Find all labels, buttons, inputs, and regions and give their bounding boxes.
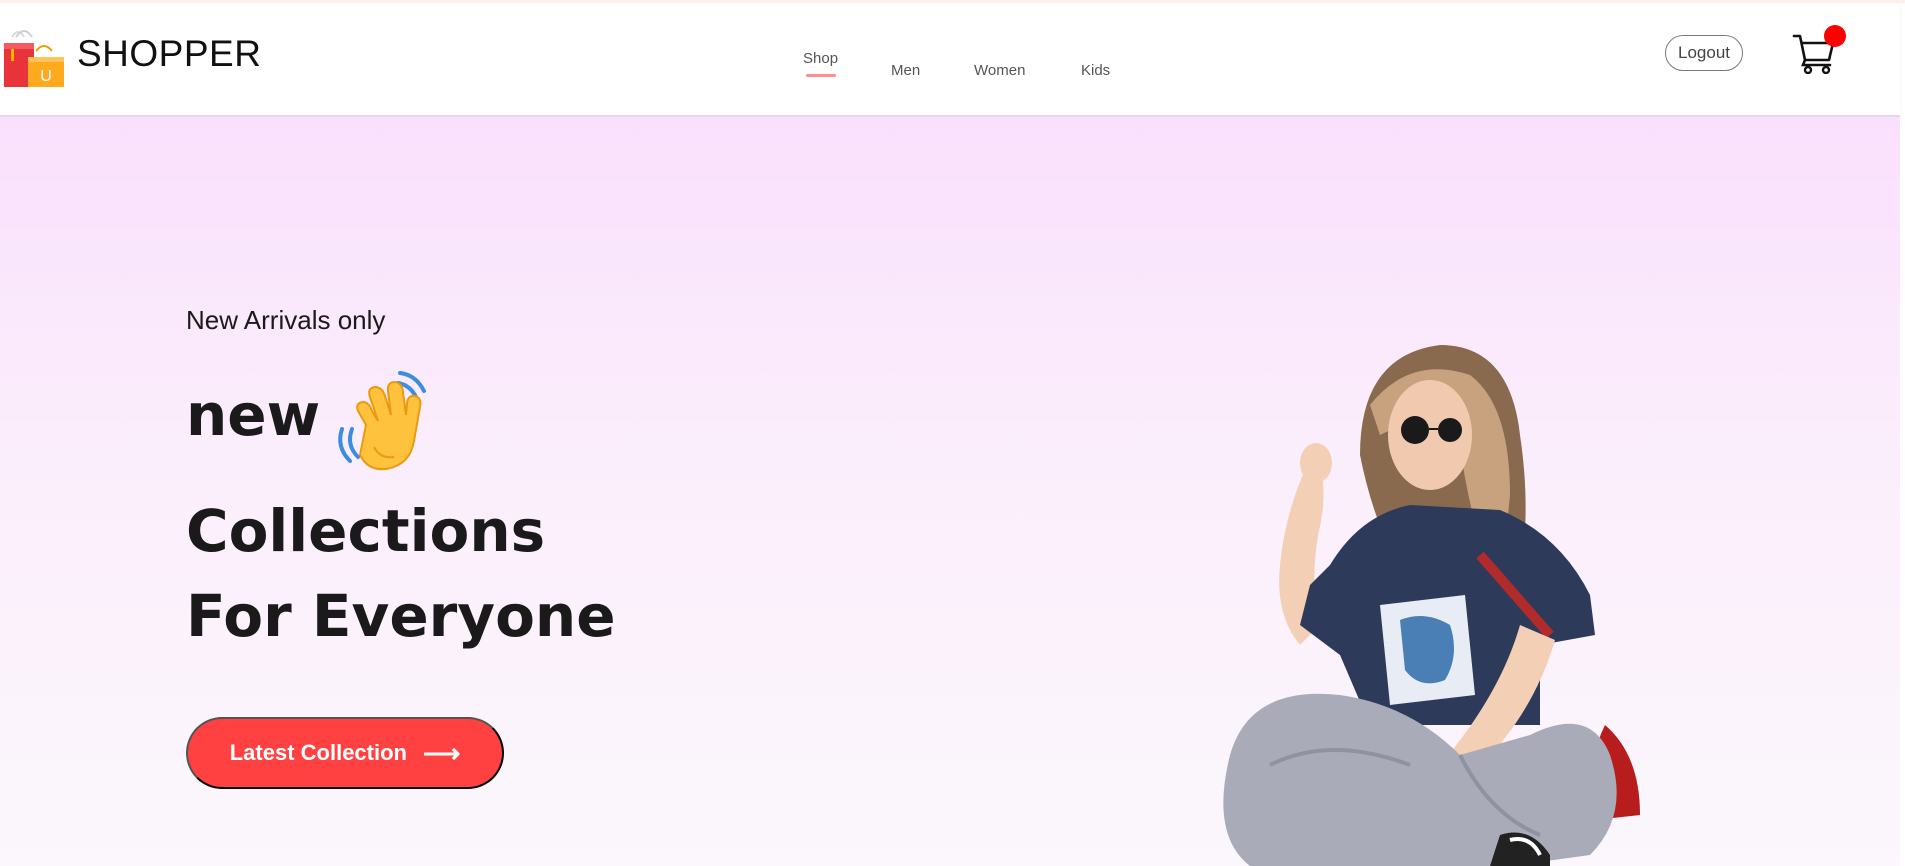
latest-collection-button[interactable]: Latest Collection ⟶ — [186, 717, 504, 789]
cart-count-badge — [1824, 25, 1846, 47]
hero-title-line2: Collections — [186, 497, 546, 565]
nav-item-shop[interactable]: Shop — [803, 50, 838, 67]
logo[interactable]: U — [2, 29, 66, 89]
main-nav: Shop Men Women Kids — [803, 47, 1143, 87]
nav-item-men[interactable]: Men — [891, 62, 920, 79]
waving-hand-icon — [338, 371, 426, 471]
hero-title-line3: For Everyone — [186, 582, 616, 650]
hero-section: New Arrivals only new Collections For Ev… — [0, 117, 1900, 866]
nav-item-kids[interactable]: Kids — [1081, 62, 1110, 79]
hero-title-line1: new — [186, 381, 321, 449]
cta-label: Latest Collection — [229, 740, 407, 765]
hero-kicker: New Arrivals only — [186, 305, 386, 335]
navbar: U SHOPPER Shop Men Women Kids Logout — [0, 3, 1900, 117]
nav-active-indicator — [806, 74, 836, 77]
shopping-bag-icon: U — [4, 30, 64, 87]
nav-item-women[interactable]: Women — [974, 62, 1025, 79]
hero-model-image — [1223, 345, 1640, 866]
logout-button[interactable]: Logout — [1665, 35, 1743, 71]
brand-name[interactable]: SHOPPER — [77, 33, 261, 75]
arrow-right-icon: ⟶ — [422, 737, 461, 768]
svg-text:U: U — [40, 68, 52, 85]
